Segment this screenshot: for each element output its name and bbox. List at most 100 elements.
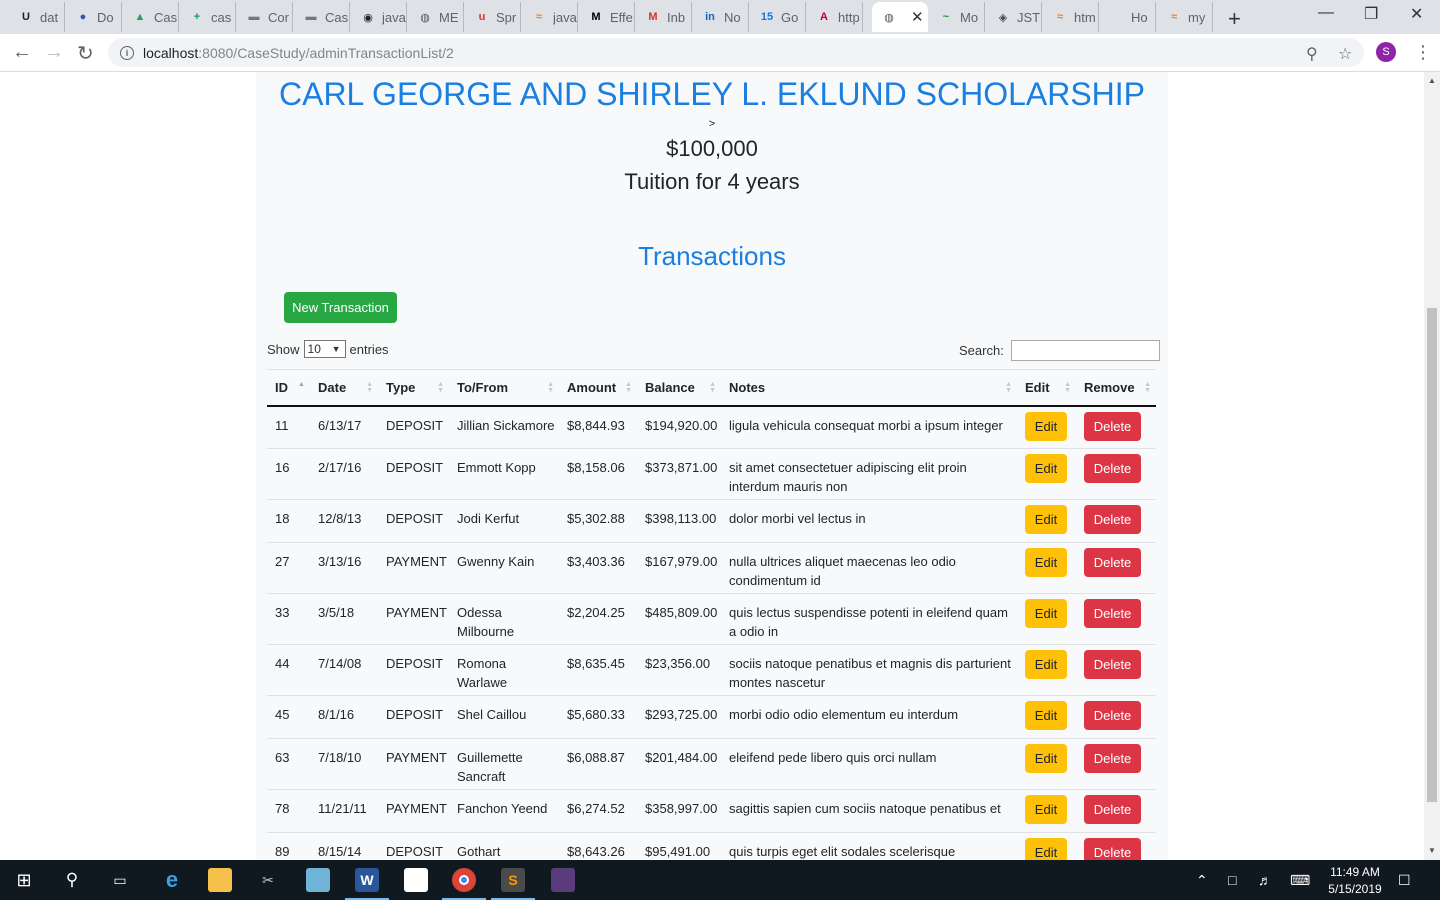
tab-favicon-icon: ~ bbox=[942, 11, 950, 23]
scrollbar-thumb[interactable] bbox=[1427, 308, 1437, 802]
edit-button[interactable]: Edit bbox=[1025, 795, 1067, 824]
notifications-icon[interactable]: ☐ bbox=[1398, 872, 1411, 889]
file-explorer-icon[interactable] bbox=[208, 868, 232, 892]
transactions-heading: Transactions bbox=[638, 241, 786, 271]
delete-button[interactable]: Delete bbox=[1084, 744, 1141, 773]
edit-button[interactable]: Edit bbox=[1025, 548, 1067, 577]
zoom-icon[interactable]: ⚲ bbox=[1306, 44, 1318, 64]
back-icon[interactable]: ← bbox=[12, 41, 32, 64]
column-header-amount[interactable]: Amount ▲ ▼ bbox=[559, 369, 637, 407]
browser-tab[interactable]: ≈ java bbox=[522, 2, 578, 32]
new-transaction-button[interactable]: New Transaction bbox=[284, 292, 397, 323]
scroll-down-icon[interactable]: ▼ bbox=[1428, 846, 1436, 855]
delete-button[interactable]: Delete bbox=[1084, 548, 1141, 577]
browser-tab[interactable]: ≈ my bbox=[1157, 2, 1213, 32]
search-icon[interactable]: ⚲ bbox=[60, 868, 84, 892]
browser-tab[interactable]: M Effe bbox=[579, 2, 635, 32]
minimize-icon[interactable]: — bbox=[1318, 4, 1334, 22]
browser-tab[interactable]: + cas bbox=[180, 2, 236, 32]
chrome-icon[interactable] bbox=[442, 868, 486, 900]
browser-tab[interactable]: 15 Go bbox=[750, 2, 806, 32]
forward-icon[interactable]: → bbox=[44, 41, 64, 64]
sublime-text-icon[interactable]: S bbox=[491, 868, 535, 900]
keyboard-icon[interactable]: ⌨ bbox=[1290, 872, 1310, 889]
word-icon[interactable]: W bbox=[345, 868, 389, 900]
browser-tab[interactable]: Ho bbox=[1100, 2, 1156, 32]
address-bar[interactable]: i localhost:8080/CaseStudy/adminTransact… bbox=[108, 38, 1364, 67]
profile-avatar[interactable]: S bbox=[1376, 42, 1396, 62]
network-icon[interactable]: □ bbox=[1228, 872, 1236, 888]
blank-document-icon[interactable] bbox=[404, 868, 428, 892]
column-header-remove[interactable]: Remove ▲ ▼ bbox=[1076, 369, 1156, 407]
windows-start-icon[interactable]: ⊞ bbox=[12, 868, 36, 892]
delete-button[interactable]: Delete bbox=[1084, 599, 1141, 628]
browser-tab[interactable]: u Spr bbox=[465, 2, 521, 32]
close-tab-icon[interactable]: ✕ bbox=[911, 8, 924, 26]
edit-button[interactable]: Edit bbox=[1025, 411, 1067, 441]
column-header-balance[interactable]: Balance ▲ ▼ bbox=[637, 369, 721, 407]
browser-tab[interactable]: ● Do bbox=[66, 2, 122, 32]
browser-tab[interactable]: ◍ ME bbox=[408, 2, 464, 32]
cell-date: 3/5/18 bbox=[310, 593, 378, 645]
edit-button[interactable]: Edit bbox=[1025, 650, 1067, 679]
delete-button[interactable]: Delete bbox=[1084, 650, 1141, 679]
browser-tab[interactable]: M Inb bbox=[636, 2, 692, 32]
column-header-notes[interactable]: Notes ▲ ▼ bbox=[721, 369, 1017, 407]
browser-tab[interactable]: Udat bbox=[9, 2, 65, 32]
delete-button[interactable]: Delete bbox=[1084, 701, 1141, 730]
app-icon[interactable] bbox=[551, 868, 575, 892]
edge-browser-icon[interactable]: e bbox=[160, 867, 184, 892]
browser-toolbar: ← → ↻ i localhost:8080/CaseStudy/adminTr… bbox=[0, 34, 1440, 72]
delete-button[interactable]: Delete bbox=[1084, 454, 1141, 483]
column-header-to-from[interactable]: To/From ▲ ▼ bbox=[449, 369, 559, 407]
browser-tab[interactable]: ◉ java bbox=[351, 2, 407, 32]
entries-select[interactable]: 10 ▼ bbox=[303, 340, 346, 358]
column-header-type[interactable]: Type ▲ ▼ bbox=[378, 369, 449, 407]
cell-balance: $398,113.00 bbox=[637, 499, 721, 543]
edit-button[interactable]: Edit bbox=[1025, 505, 1067, 534]
restore-icon[interactable]: ❐ bbox=[1364, 4, 1378, 24]
edit-button[interactable]: Edit bbox=[1025, 599, 1067, 628]
cell-edit: Edit bbox=[1017, 695, 1076, 739]
close-window-icon[interactable]: ✕ bbox=[1410, 4, 1423, 24]
column-header-id[interactable]: ID ▲ bbox=[267, 369, 310, 407]
cell-notes: quis lectus suspendisse potenti in eleif… bbox=[721, 593, 1017, 645]
browser-tab[interactable]: ~ Mo bbox=[929, 2, 985, 32]
browser-tab[interactable]: ▬ Cor bbox=[237, 2, 293, 32]
volume-icon[interactable]: ♬ bbox=[1258, 872, 1272, 888]
search-input[interactable] bbox=[1010, 340, 1160, 361]
browser-tab[interactable]: ≈ htm bbox=[1043, 2, 1099, 32]
column-header-date[interactable]: Date ▲ ▼ bbox=[310, 369, 378, 407]
delete-button[interactable]: Delete bbox=[1084, 795, 1141, 824]
delete-button[interactable]: Delete bbox=[1084, 838, 1141, 860]
browser-tab[interactable]: ▲ Cas bbox=[123, 2, 179, 32]
page-scrollbar[interactable]: ▲ ▼ bbox=[1424, 72, 1440, 860]
cell-type: DEPOSIT bbox=[378, 695, 449, 739]
reload-icon[interactable]: ↻ bbox=[77, 41, 94, 66]
browser-tab[interactable]: ◈ JST bbox=[986, 2, 1042, 32]
system-clock[interactable]: 11:49 AM 5/15/2019 bbox=[1322, 864, 1388, 898]
site-info-icon[interactable]: i bbox=[120, 45, 134, 60]
snipping-tool-icon[interactable]: ✂ bbox=[256, 868, 280, 892]
column-header-edit[interactable]: Edit ▲ ▼ bbox=[1017, 369, 1076, 407]
edit-button[interactable]: Edit bbox=[1025, 454, 1067, 483]
browser-tab[interactable]: Ahttp bbox=[807, 2, 863, 32]
task-view-icon[interactable]: ▭ bbox=[108, 868, 132, 892]
tray-chevron-icon[interactable]: ⌃ bbox=[1196, 872, 1208, 889]
new-tab-button[interactable]: + bbox=[1228, 6, 1241, 32]
delete-button[interactable]: Delete bbox=[1084, 505, 1141, 534]
browser-tab[interactable]: ▬ Cas bbox=[294, 2, 350, 32]
notepad-app-icon[interactable] bbox=[306, 868, 330, 892]
edit-button[interactable]: Edit bbox=[1025, 744, 1067, 773]
delete-button[interactable]: Delete bbox=[1084, 411, 1141, 441]
entries-label: entries bbox=[349, 341, 389, 357]
edit-button[interactable]: Edit bbox=[1025, 838, 1067, 860]
bookmark-star-icon[interactable]: ☆ bbox=[1338, 44, 1352, 64]
edit-button[interactable]: Edit bbox=[1025, 701, 1067, 730]
table-row: 63 7/18/10 PAYMENT Guillemette Sancraft $6,0… bbox=[267, 738, 1156, 790]
cell-type: DEPOSIT bbox=[378, 644, 449, 696]
scroll-up-icon[interactable]: ▲ bbox=[1428, 76, 1436, 85]
browser-tab[interactable]: in No bbox=[693, 2, 749, 32]
browser-tab[interactable]: ◍ ✕ bbox=[872, 2, 928, 32]
browser-menu-icon[interactable]: ⋮ bbox=[1414, 42, 1432, 63]
